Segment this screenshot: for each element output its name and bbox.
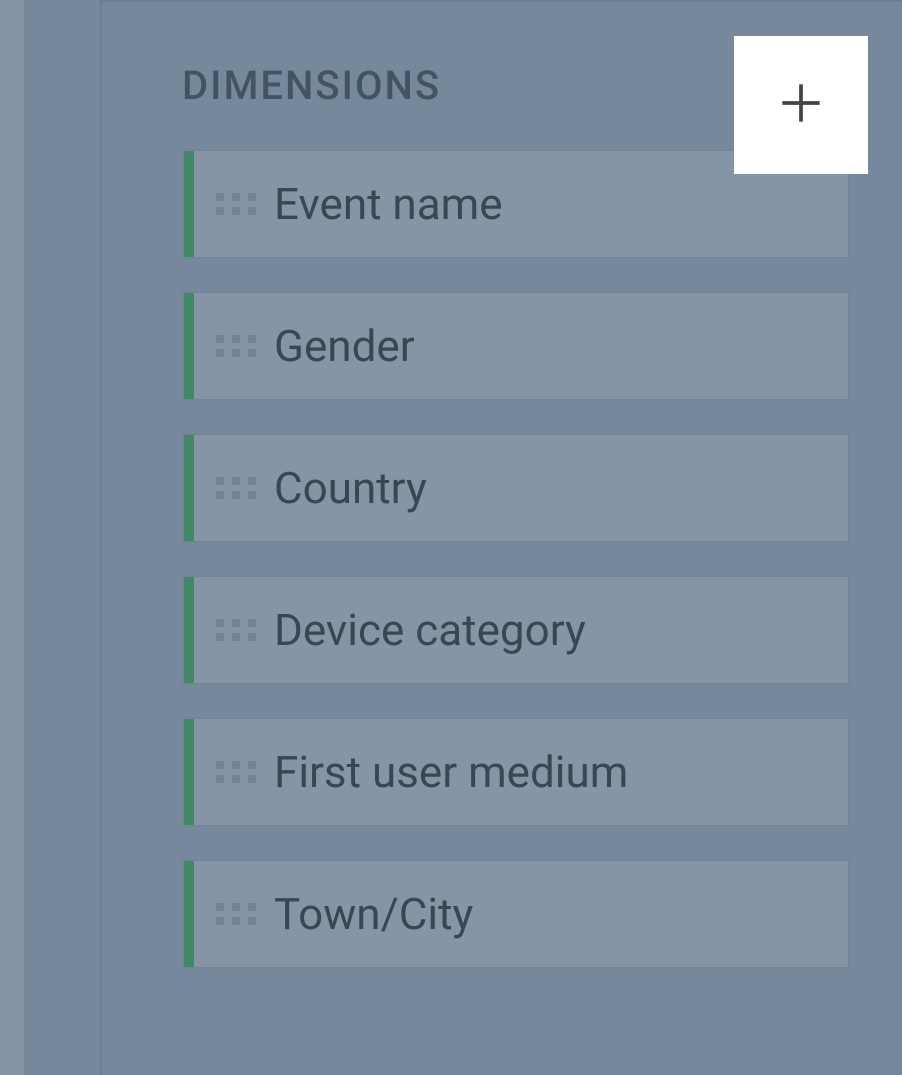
dimension-label: Town/City bbox=[274, 888, 473, 940]
panel-header: DIMENSIONS bbox=[102, 2, 902, 149]
dimensions-panel: DIMENSIONS Event name Gender bbox=[100, 0, 902, 1075]
accent-bar bbox=[184, 151, 194, 257]
plus-icon bbox=[773, 75, 829, 135]
drag-handle-icon[interactable] bbox=[216, 610, 256, 650]
accent-bar bbox=[184, 719, 194, 825]
dimension-label: First user medium bbox=[274, 746, 628, 798]
dimensions-list: Event name Gender Country Device categor… bbox=[102, 149, 902, 969]
dimension-item-country[interactable]: Country bbox=[182, 433, 850, 543]
drag-handle-icon[interactable] bbox=[216, 184, 256, 224]
dimension-label: Gender bbox=[274, 320, 415, 372]
dimension-item-gender[interactable]: Gender bbox=[182, 291, 850, 401]
accent-bar bbox=[184, 861, 194, 967]
dimension-label: Country bbox=[274, 462, 427, 514]
accent-bar bbox=[184, 577, 194, 683]
dimension-label: Device category bbox=[274, 604, 586, 656]
dimension-item-device-category[interactable]: Device category bbox=[182, 575, 850, 685]
add-dimension-button[interactable] bbox=[734, 36, 868, 174]
drag-handle-icon[interactable] bbox=[216, 752, 256, 792]
accent-bar bbox=[184, 435, 194, 541]
dimension-item-first-user-medium[interactable]: First user medium bbox=[182, 717, 850, 827]
dimension-label: Event name bbox=[274, 178, 503, 230]
drag-handle-icon[interactable] bbox=[216, 468, 256, 508]
drag-handle-icon[interactable] bbox=[216, 326, 256, 366]
drag-handle-icon[interactable] bbox=[216, 894, 256, 934]
dimension-item-town-city[interactable]: Town/City bbox=[182, 859, 850, 969]
section-title: DIMENSIONS bbox=[182, 62, 441, 109]
accent-bar bbox=[184, 293, 194, 399]
nav-rail bbox=[0, 0, 24, 1075]
